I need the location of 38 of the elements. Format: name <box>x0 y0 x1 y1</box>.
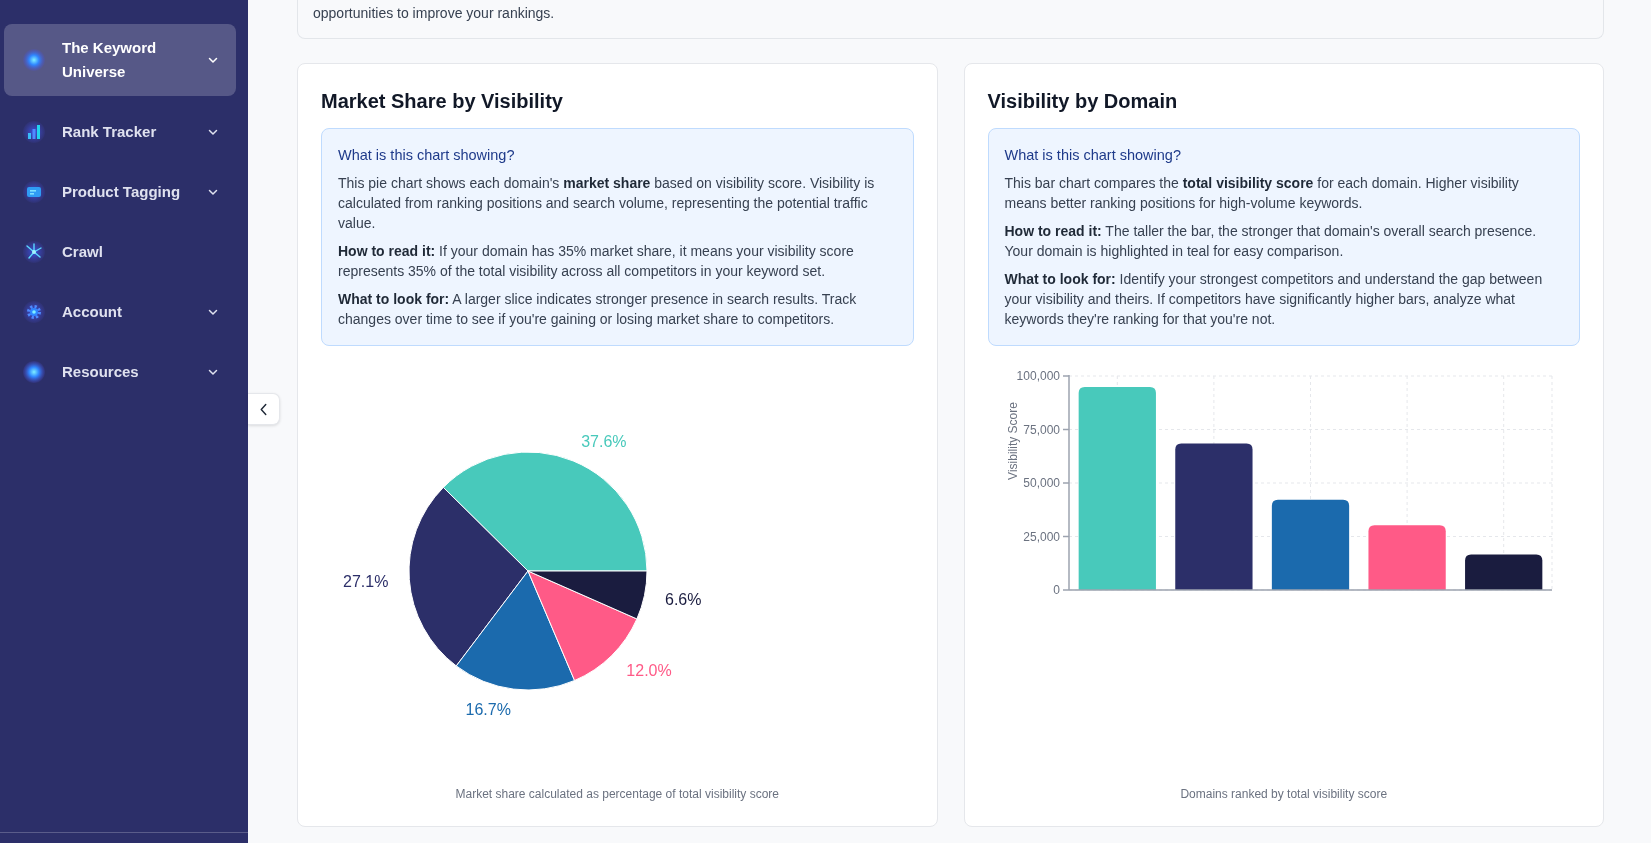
info-paragraph: What to look for: Identify your strongest competitors and understand the gap between your visibility and theirs. If competitors have significantly higher bars, analyze what keywords they're ranking for that you're not. <box>1004 270 1544 329</box>
axis-tick-label: 75,000 <box>1022 422 1060 437</box>
card-title: Market Share by Visibility <box>321 89 564 114</box>
sidebar-item[interactable]: Account <box>4 288 236 336</box>
chart-caption: Domains ranked by total visibility score <box>1179 786 1389 802</box>
info-paragraph: This bar chart compares the total visibility score for each domain. Higher visibility means better ranking positions for high-volume keywords. <box>1004 174 1520 213</box>
info-heading: What is this chart showing? <box>1004 146 1182 165</box>
info-paragraph: This pie chart shows each domain's market share based on visibility score. Visibility is calculated from ranking positions and search volume, representing the potential traffic value. <box>338 174 876 233</box>
sidebar-item[interactable]: Resources <box>4 348 236 396</box>
card-title: Visibility by Domain <box>987 89 1179 114</box>
info-paragraph: How to read it: The taller the bar, the stronger that domain's overall search presence. Your domain is highlighted in teal for easy comparison. <box>1004 222 1538 261</box>
axis-tick-label: 50,000 <box>1022 476 1060 490</box>
axis-title: Visibility Score <box>1005 402 1020 480</box>
info-paragraph: What to look for: A larger slice indicates stronger presence in search results. Track changes over time to see if you're gaining or losing market share to competitors. <box>338 290 858 329</box>
sidebar-item[interactable]: The Keyword Universe <box>4 24 236 96</box>
sidebar-item[interactable]: Crawl <box>4 228 236 276</box>
slice-label: 12.0% <box>626 662 672 680</box>
slice-label: 37.6% <box>581 433 627 450</box>
gear-icon <box>22 300 46 324</box>
chart-caption: Market share calculated as percentage of total visibility score <box>454 786 780 802</box>
chevron-left-icon <box>259 402 268 416</box>
slice-label: 16.7% <box>465 701 511 719</box>
axis-tick-label: 0 <box>1052 583 1060 597</box>
glowing-orb-icon <box>22 360 46 384</box>
collapse-sidebar-button[interactable] <box>248 393 280 425</box>
card-icon <box>22 180 46 204</box>
glowing-orb-icon <box>22 48 46 72</box>
slice-label: 27.1% <box>343 572 389 590</box>
axis-tick-label: 25,000 <box>1022 529 1060 544</box>
info-heading: What is this chart showing? <box>338 146 516 165</box>
sidebar-item[interactable]: Rank Tracker <box>4 108 236 156</box>
axis-tick-label: 100,000 <box>1016 369 1060 383</box>
bar-chart-icon <box>22 120 46 144</box>
sidebar-item[interactable]: Product Tagging <box>4 168 236 216</box>
info-paragraph: How to read it: If your domain has 35% market share, it means your visibility score represents 35% of the total visibility across all competitors in your keyword set. <box>338 242 855 281</box>
intro-text: opportunities to improve your rankings. <box>313 4 556 23</box>
sparkle-icon <box>22 240 46 264</box>
slice-label: 6.6% <box>665 591 702 609</box>
